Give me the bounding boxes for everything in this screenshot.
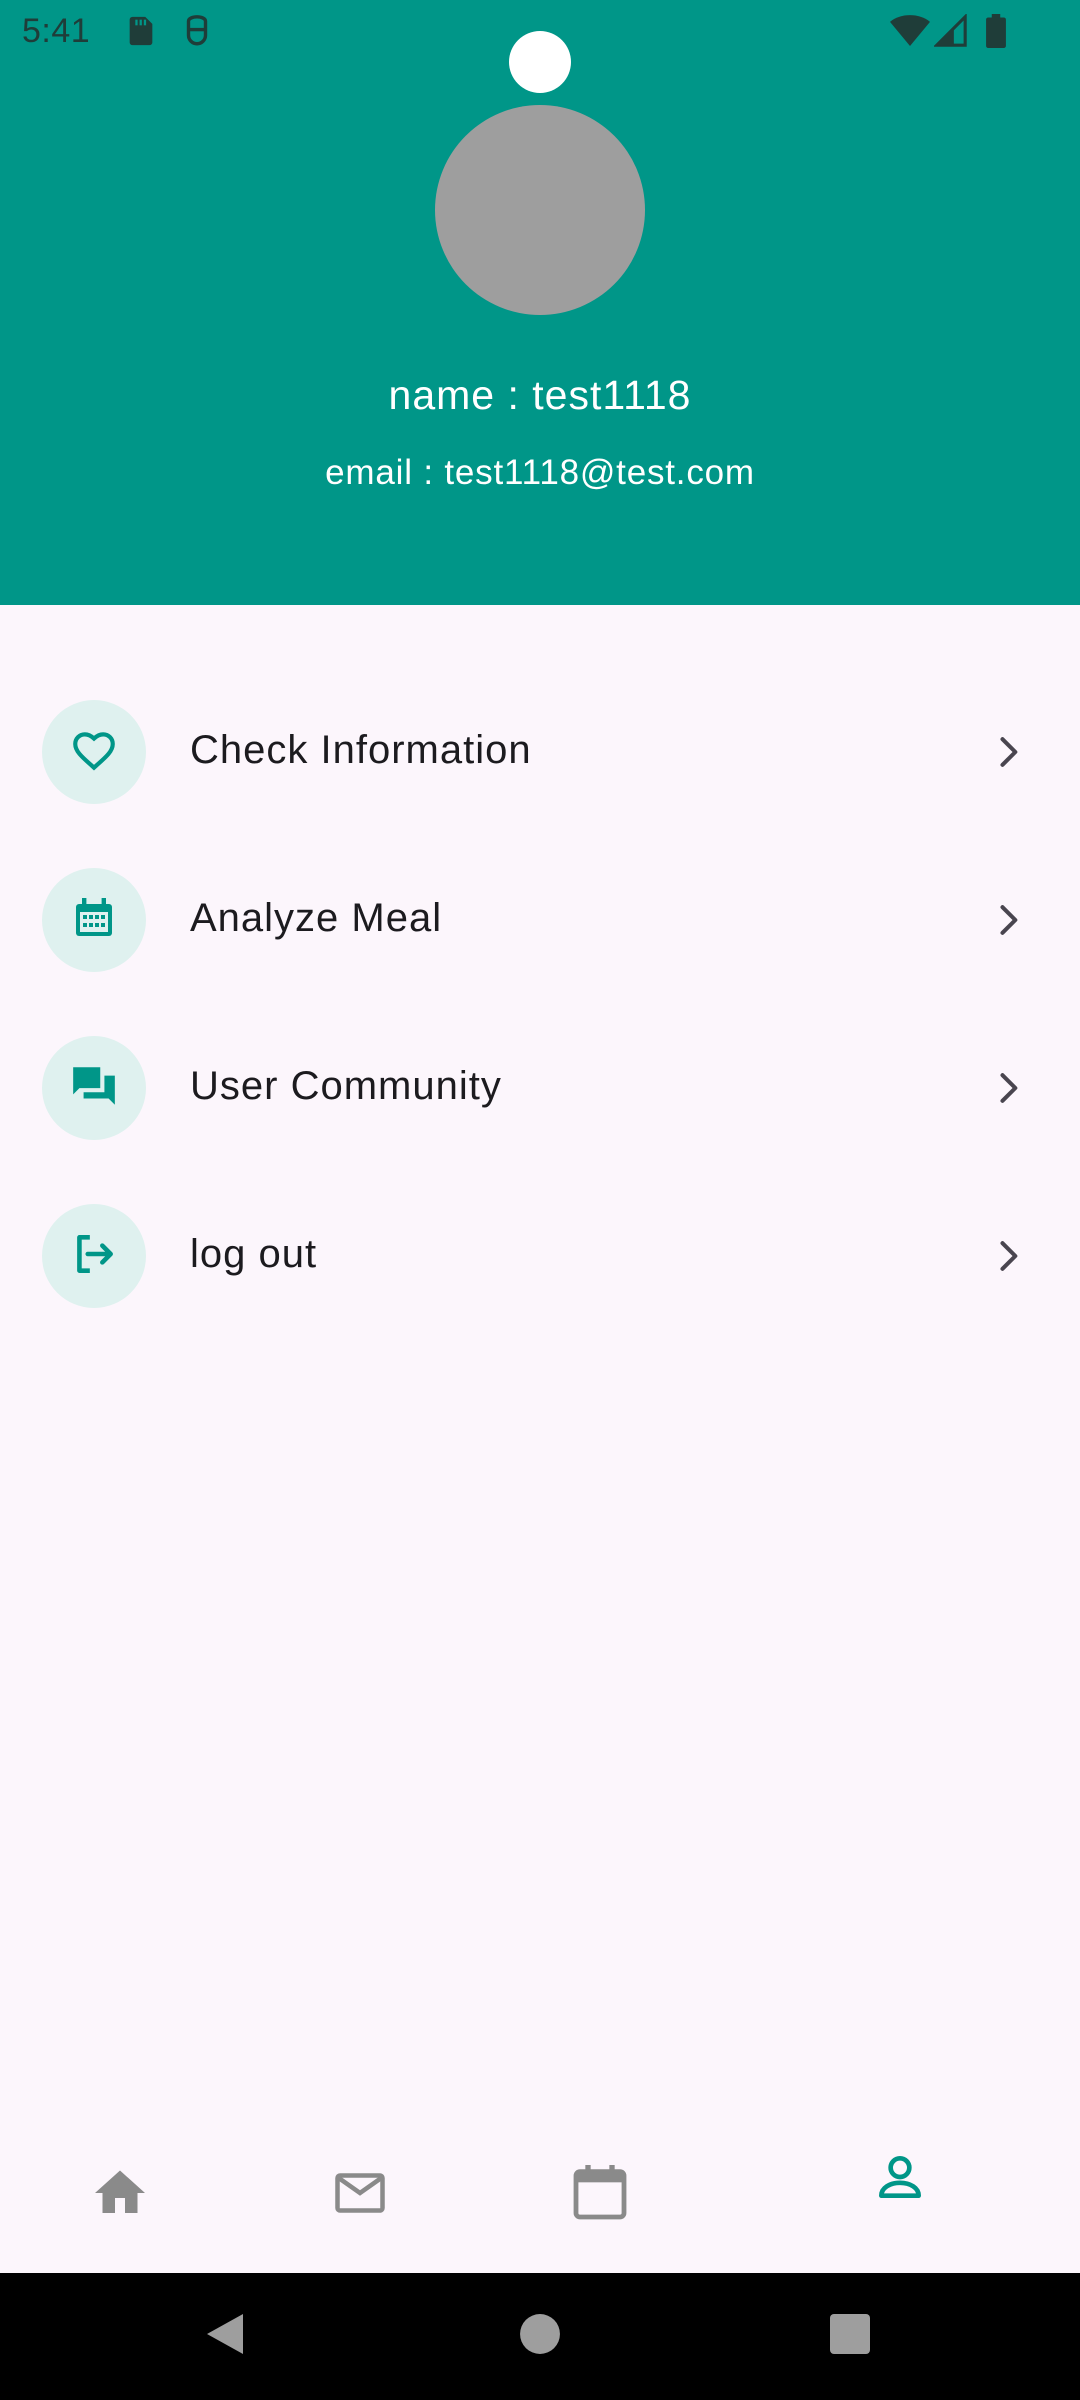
profile-name: name : test1118 [388, 372, 692, 418]
menu-item-label: log out [190, 1232, 318, 1276]
bottom-navigation [0, 2118, 1080, 2273]
nav-profile[interactable] [780, 2118, 1020, 2273]
nav-mail[interactable] [240, 2118, 480, 2273]
profile-header: 5:41 name : test1118 email : test1118@te… [0, 0, 1080, 605]
menu-item-label: Analyze Meal [190, 896, 443, 940]
calendar-grid-icon [70, 894, 118, 947]
menu-item-log-out[interactable]: log out [0, 1172, 1080, 1340]
system-recents-button[interactable] [790, 2273, 910, 2400]
menu-item-label: Check Information [190, 728, 532, 772]
mail-icon [330, 2163, 390, 2228]
calendar-icon [568, 2161, 632, 2230]
battery-icon [984, 14, 1008, 53]
status-time: 5:41 [22, 12, 91, 50]
nav-calendar[interactable] [480, 2118, 720, 2273]
profile-email: email : test1118@test.com [325, 453, 755, 492]
system-back-button[interactable] [165, 2273, 285, 2400]
home-icon [90, 2163, 150, 2228]
avatar[interactable] [435, 105, 645, 315]
chevron-right-icon [986, 898, 1030, 942]
heart-icon [69, 725, 119, 780]
chevron-right-icon [986, 1234, 1030, 1278]
home-circle-icon [519, 2313, 561, 2360]
menu-item-user-community[interactable]: User Community [0, 1004, 1080, 1172]
accessibility-icon [180, 14, 214, 53]
profile-menu: Check Information Analyze Meal User Comm… [0, 668, 1080, 1340]
chevron-right-icon [986, 1066, 1030, 1110]
back-triangle-icon [203, 2310, 247, 2363]
system-home-button[interactable] [480, 2273, 600, 2400]
menu-item-analyze-meal[interactable]: Analyze Meal [0, 836, 1080, 1004]
logout-icon [69, 1229, 119, 1284]
camera-cutout [509, 31, 571, 93]
recents-square-icon [830, 2314, 870, 2359]
menu-item-label: User Community [190, 1064, 502, 1108]
menu-icon-container [42, 700, 146, 804]
system-navigation-bar [0, 2273, 1080, 2400]
person-icon [872, 2149, 928, 2210]
menu-icon-container [42, 868, 146, 972]
sd-card-icon [124, 14, 158, 53]
chevron-right-icon [986, 730, 1030, 774]
wifi-icon [890, 14, 930, 53]
forum-icon [69, 1061, 119, 1116]
menu-item-check-information[interactable]: Check Information [0, 668, 1080, 836]
menu-icon-container [42, 1036, 146, 1140]
menu-icon-container [42, 1204, 146, 1308]
signal-icon [933, 13, 968, 53]
nav-home[interactable] [0, 2118, 240, 2273]
